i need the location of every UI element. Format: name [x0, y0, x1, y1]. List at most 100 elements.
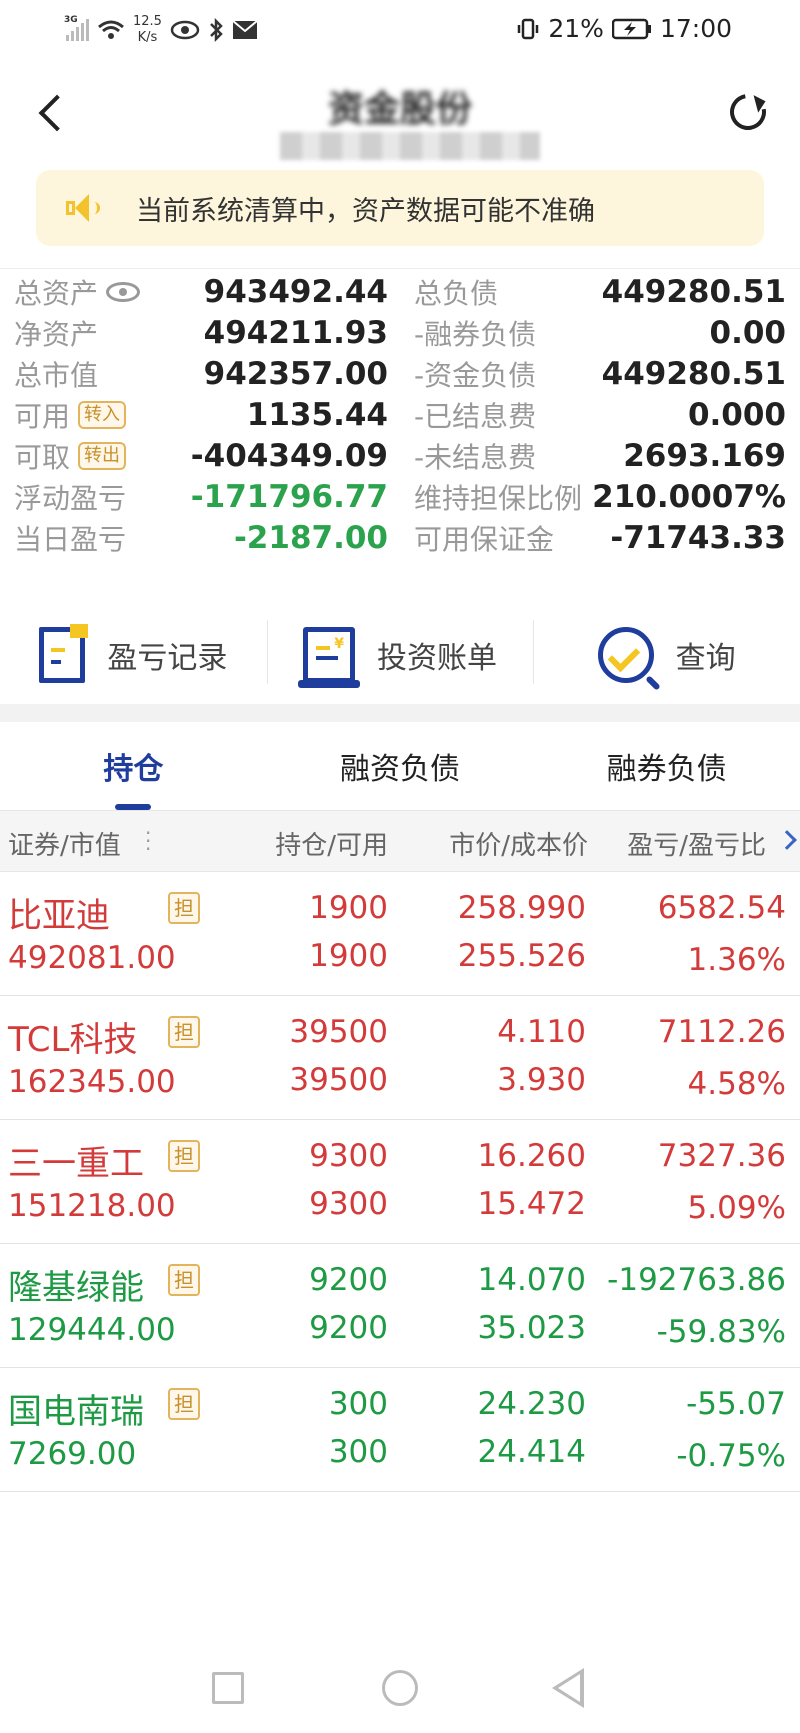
home-circle-icon[interactable] — [382, 1670, 418, 1706]
eye-comfort-icon — [170, 20, 200, 40]
table-row[interactable]: 三一重工 担 151218.00 9300 9300 16.260 15.472… — [0, 1120, 800, 1244]
collateral-tag: 担 — [168, 1388, 200, 1420]
page-title: 资金股份 — [327, 89, 472, 130]
asset-label: 可用 — [14, 400, 71, 433]
withdrawable-value: -404349.09 — [190, 438, 388, 474]
transfer-out-button[interactable]: 转出 — [78, 442, 127, 470]
total-liabilities-value: 449280.51 — [601, 274, 786, 310]
available-qty: 9200 — [309, 1310, 388, 1346]
speed-unit: K/s — [137, 30, 158, 45]
cash-liability-label: -资金负债 — [414, 359, 537, 392]
net-assets-value: 494211.93 — [203, 315, 388, 351]
notice-text: 当前系统清算中，资产数据可能不准确 — [136, 195, 595, 227]
cost-price: 3.930 — [497, 1062, 586, 1098]
stock-name: TCL科技 — [8, 1020, 138, 1060]
collateral-tag: 担 — [168, 1264, 200, 1296]
holding-qty: 1900 — [309, 890, 388, 926]
market-value: 7269.00 — [8, 1436, 137, 1472]
transfer-in-button[interactable]: 转入 — [78, 401, 127, 429]
maintenance-ratio-value: 210.0007% — [592, 479, 786, 515]
cost-price: 255.526 — [457, 938, 586, 974]
asset-label: 总资产 — [14, 277, 99, 310]
asset-row: 当日盈亏 -2187.00 可用保证金 -71743.33 — [0, 515, 800, 561]
sort-dots-icon[interactable]: · · · — [145, 823, 151, 859]
clearing-notice: 当前系统清算中，资产数据可能不准确 — [36, 170, 764, 246]
pnl-amount: -55.07 — [686, 1386, 786, 1422]
header-pnl[interactable]: 盈亏/盈亏比 — [627, 825, 766, 862]
daily-pnl-label: 当日盈亏 — [14, 523, 127, 556]
withdrawable-label: 可取 转出 — [14, 436, 127, 476]
pnl-ratio: 5.09% — [687, 1190, 786, 1226]
back-triangle-icon[interactable] — [552, 1668, 584, 1708]
market-price: 24.230 — [477, 1386, 586, 1422]
query-button[interactable]: 查询 — [533, 610, 800, 700]
speaker-icon — [64, 188, 104, 228]
holding-qty: 39500 — [289, 1014, 388, 1050]
header-security[interactable]: 证券/市值 — [8, 825, 121, 862]
pnl-amount: 7327.36 — [657, 1138, 786, 1174]
stock-name: 国电南瑞 — [8, 1392, 144, 1432]
cash-liability-value: 449280.51 — [601, 356, 786, 392]
speed-value: 12.5 — [133, 14, 162, 29]
wifi-icon — [98, 20, 124, 39]
available-qty: 300 — [328, 1434, 388, 1470]
positions-list: 比亚迪 担 492081.00 1900 1900 258.990 255.52… — [0, 872, 800, 1492]
pnl-ratio: -59.83% — [656, 1314, 786, 1350]
recents-square-icon[interactable] — [212, 1672, 244, 1704]
action-label: 查询 — [675, 641, 736, 676]
network-speed: 12.5 K/s — [133, 14, 162, 46]
daily-pnl-value: -2187.00 — [233, 520, 388, 556]
battery-charging-icon — [611, 18, 651, 39]
net-assets-label: 净资产 — [14, 318, 99, 351]
collateral-tag: 担 — [168, 1140, 200, 1172]
table-row[interactable]: TCL科技 担 162345.00 39500 39500 4.110 3.93… — [0, 996, 800, 1120]
available-qty: 9300 — [309, 1186, 388, 1222]
section-divider — [0, 704, 800, 722]
market-price: 258.990 — [457, 890, 586, 926]
market-price: 14.070 — [477, 1262, 586, 1298]
table-row[interactable]: 比亚迪 担 492081.00 1900 1900 258.990 255.52… — [0, 872, 800, 996]
pnl-ratio: -0.75% — [676, 1438, 786, 1474]
profit-record-button[interactable]: 盈亏记录 — [0, 610, 267, 700]
floating-pnl-label: 浮动盈亏 — [14, 482, 127, 515]
stock-name: 比亚迪 — [8, 896, 110, 936]
investment-bill-button[interactable]: ¥ 投资账单 — [266, 610, 534, 700]
battery-percent: 21% — [548, 14, 604, 43]
table-header: 证券/市值 · · · 持仓/可用 市价/成本价 盈亏/盈亏比 — [0, 810, 800, 872]
table-row[interactable]: 国电南瑞 担 7269.00 300 300 24.230 24.414 -55… — [0, 1368, 800, 1492]
collateral-tag: 担 — [168, 892, 200, 924]
total-assets-value: 943492.44 — [203, 274, 388, 310]
available-qty: 1900 — [309, 938, 388, 974]
tab-securities-liability[interactable]: 融券负债 — [533, 722, 800, 810]
chevron-right-icon[interactable] — [777, 830, 797, 850]
market-value: 492081.00 — [8, 940, 176, 976]
bluetooth-icon — [210, 18, 223, 42]
pnl-ratio: 1.36% — [687, 942, 786, 978]
market-price: 16.260 — [477, 1138, 586, 1174]
status-bar: 3G 12.5 K/s 21% 17:00 — [0, 0, 800, 62]
status-right: 21% 17:00 — [516, 14, 732, 43]
available-margin-value: -71743.33 — [610, 520, 786, 556]
network-type: 3G — [64, 15, 78, 25]
market-value-value: 942357.00 — [203, 356, 388, 392]
status-left: 3G 12.5 K/s — [64, 14, 258, 46]
signal-icon: 3G — [64, 15, 89, 41]
eye-visibility-icon[interactable] — [106, 282, 141, 302]
cost-price: 35.023 — [477, 1310, 586, 1346]
tab-positions[interactable]: 持仓 — [0, 722, 267, 810]
header-price[interactable]: 市价/成本价 — [449, 825, 588, 862]
asset-row: 总市值 942357.00 -资金负债 449280.51 — [0, 351, 800, 397]
action-label: 投资账单 — [377, 641, 497, 676]
pnl-amount: 7112.26 — [657, 1014, 786, 1050]
asset-row: 可用 转入 1135.44 -已结息费 0.000 — [0, 392, 800, 438]
pnl-ratio: 4.58% — [687, 1066, 786, 1102]
header-holding[interactable]: 持仓/可用 — [275, 825, 388, 862]
asset-row: 可取 转出 -404349.09 -未结息费 2693.169 — [0, 433, 800, 479]
table-row[interactable]: 隆基绿能 担 129444.00 9200 9200 14.070 35.023… — [0, 1244, 800, 1368]
settled-interest-value: 0.000 — [687, 397, 786, 433]
maintenance-ratio-label: 维持担保比例 — [414, 482, 583, 515]
tab-financing-liability[interactable]: 融资负债 — [267, 722, 534, 810]
vibrate-icon — [518, 18, 539, 39]
app-header: 资金股份 — [0, 62, 800, 166]
stock-name: 三一重工 — [8, 1144, 144, 1184]
